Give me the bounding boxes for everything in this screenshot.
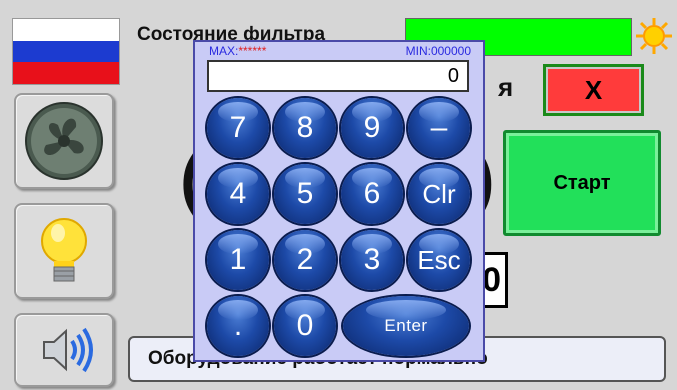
- key-2-label: 2: [296, 243, 314, 276]
- key-3-label: 3: [363, 243, 381, 276]
- key-9[interactable]: 9: [341, 98, 403, 158]
- keypad-max-label: MAX:******: [209, 44, 266, 58]
- close-button[interactable]: X: [543, 64, 644, 116]
- key-9-label: 9: [363, 111, 381, 144]
- key-escape[interactable]: Esc: [408, 230, 470, 290]
- keypad-display[interactable]: 0: [207, 60, 469, 92]
- key-0[interactable]: 0: [274, 296, 336, 356]
- light-button[interactable]: [14, 203, 114, 299]
- key-7-label: 7: [229, 111, 247, 144]
- key-1-label: 1: [229, 243, 247, 276]
- fan-icon: [25, 102, 103, 180]
- key-5[interactable]: 5: [274, 164, 336, 224]
- key-decimal-label: .: [233, 309, 243, 342]
- key-decimal[interactable]: .: [207, 296, 269, 356]
- key-minus[interactable]: –: [408, 98, 470, 158]
- key-enter[interactable]: Enter: [343, 296, 469, 356]
- key-3[interactable]: 3: [341, 230, 403, 290]
- key-2[interactable]: 2: [274, 230, 336, 290]
- fan-button[interactable]: [14, 93, 114, 189]
- keypad-min-label: MIN:000000: [406, 44, 471, 58]
- key-clear[interactable]: Clr: [408, 164, 470, 224]
- sun-icon: [636, 18, 672, 54]
- light-bulb-icon: [41, 218, 87, 282]
- key-6[interactable]: 6: [341, 164, 403, 224]
- key-1[interactable]: 1: [207, 230, 269, 290]
- keypad-min-caption: MIN:: [405, 44, 431, 58]
- key-4[interactable]: 4: [207, 164, 269, 224]
- russia-flag-icon[interactable]: [12, 18, 120, 85]
- heading-text: я: [498, 72, 514, 102]
- keypad-min-value: 000000: [430, 44, 471, 58]
- key-8-label: 8: [296, 111, 314, 144]
- key-4-label: 4: [229, 177, 247, 210]
- key-minus-label: –: [430, 111, 448, 144]
- numeric-keypad: MAX:****** MIN:000000 0 7 8 9 – 4 5 6 Cl…: [193, 40, 485, 362]
- key-enter-label: Enter: [384, 316, 428, 335]
- key-clear-label: Clr: [422, 178, 456, 209]
- key-escape-label: Esc: [417, 244, 461, 275]
- key-5-label: 5: [296, 177, 314, 210]
- key-6-label: 6: [363, 177, 381, 210]
- keypad-max-value: ******: [238, 44, 267, 58]
- start-button[interactable]: Старт: [503, 130, 661, 236]
- keypad-max-caption: MAX:: [209, 44, 239, 58]
- key-8[interactable]: 8: [274, 98, 336, 158]
- speaker-icon: [43, 327, 93, 373]
- key-7[interactable]: 7: [207, 98, 269, 158]
- key-0-label: 0: [296, 309, 314, 342]
- sound-button[interactable]: [14, 313, 114, 387]
